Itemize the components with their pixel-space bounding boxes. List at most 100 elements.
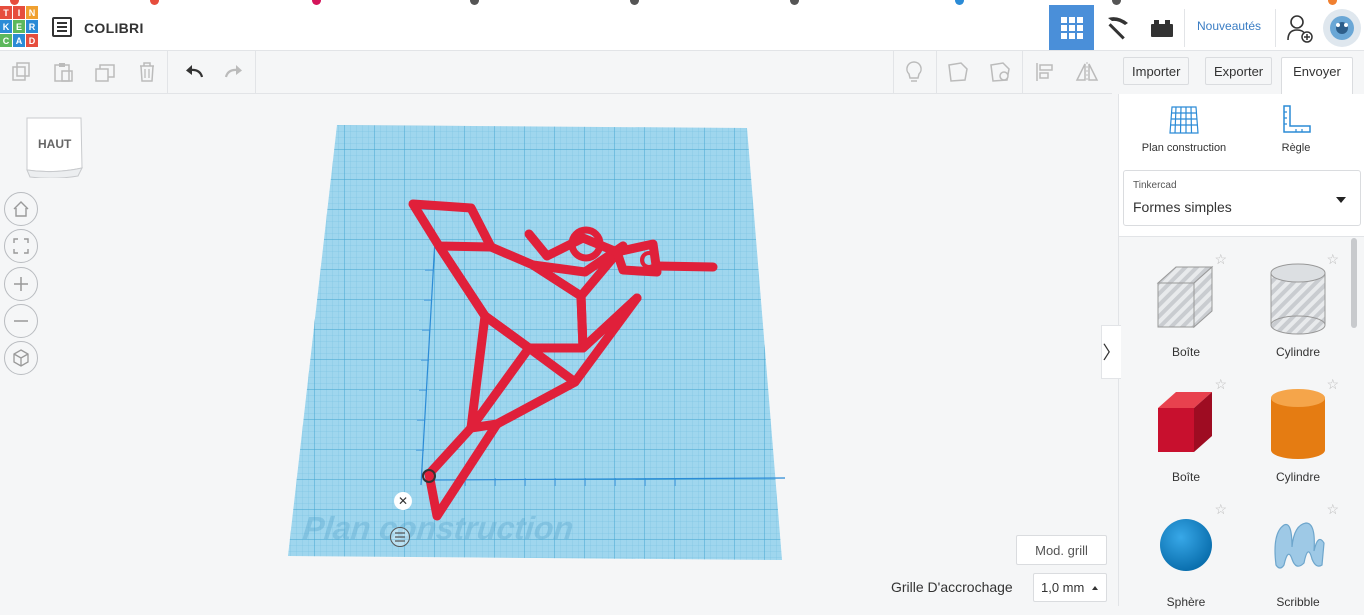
- zoom-out-button[interactable]: [4, 304, 38, 338]
- logo-letter: R: [26, 20, 38, 33]
- shape-label: Boîte: [1171, 345, 1201, 359]
- edit-grid-button[interactable]: Mod. grill: [1016, 535, 1107, 565]
- shape-cylinder-hole[interactable]: ☆ Cylindre: [1243, 245, 1353, 365]
- add-user-button[interactable]: [1280, 5, 1320, 50]
- collapse-panel-button[interactable]: 〉: [1101, 325, 1121, 379]
- logo-letter: I: [13, 6, 25, 19]
- chevron-down-icon: [1336, 197, 1346, 203]
- lightbulb-icon: [906, 61, 922, 82]
- undo-icon: [186, 65, 204, 78]
- perspective-button[interactable]: [4, 341, 38, 375]
- home-icon: [13, 201, 29, 217]
- logo-letter: A: [13, 34, 25, 47]
- category-selected-label: Formes simples: [1133, 199, 1232, 215]
- add-user-icon: [1287, 14, 1313, 43]
- shape-sphere[interactable]: ☆ Sphère: [1131, 495, 1241, 615]
- workplane-icon: [1169, 106, 1199, 134]
- logo-letter: T: [0, 6, 12, 19]
- shape-label: Scribble: [1276, 595, 1320, 609]
- copy-icon: [12, 62, 30, 81]
- close-icon[interactable]: ✕: [394, 492, 412, 510]
- shape-label: Sphère: [1166, 595, 1206, 609]
- snap-grid-value: 1,0 mm: [1041, 580, 1085, 595]
- export-button[interactable]: Exporter: [1205, 57, 1273, 85]
- undo-button[interactable]: [172, 51, 214, 93]
- mirror-button[interactable]: [1066, 51, 1108, 93]
- ruler-icon: [1283, 105, 1311, 133]
- shape-label: Cylindre: [1275, 345, 1320, 359]
- redo-button[interactable]: [214, 51, 256, 93]
- workplane-label: Plan construction: [301, 510, 576, 546]
- project-title[interactable]: COLIBRI: [84, 20, 144, 36]
- shape-category-select[interactable]: Tinkercad Formes simples: [1123, 170, 1361, 226]
- menu-icon[interactable]: [390, 527, 410, 547]
- home-view-button[interactable]: [4, 192, 38, 226]
- favorite-star-icon[interactable]: ☆: [1326, 376, 1339, 393]
- shapes-grid: ☆ Boîte ☆ Cylindre ☆ Boîte ☆ Cylindre ☆ …: [1119, 236, 1364, 609]
- logo-letter: K: [0, 20, 12, 33]
- duplicate-button[interactable]: [84, 51, 126, 93]
- category-library-label: Tinkercad: [1133, 180, 1177, 191]
- trash-icon: [139, 62, 154, 82]
- paste-button[interactable]: [42, 51, 84, 93]
- fit-view-icon: [13, 238, 29, 254]
- avatar-icon: [1323, 8, 1361, 47]
- lightbulb-button[interactable]: [893, 51, 935, 93]
- snap-grid-select[interactable]: 1,0 mm: [1033, 573, 1107, 602]
- pickaxe-icon: [1107, 16, 1128, 39]
- chevron-right-icon: 〉: [1102, 343, 1121, 363]
- panel-scrollbar[interactable]: [1351, 238, 1357, 328]
- whats-new-link[interactable]: Nouveautés: [1197, 19, 1261, 33]
- favorite-star-icon[interactable]: ☆: [1326, 501, 1339, 518]
- blocks-mode-button[interactable]: [1094, 5, 1139, 50]
- grid-icon: [1060, 16, 1083, 39]
- workplane-tool-label: Plan construction: [1141, 142, 1227, 154]
- duplicate-icon: [95, 64, 115, 82]
- favorite-star-icon[interactable]: ☆: [1214, 251, 1227, 268]
- align-button[interactable]: [1024, 51, 1066, 93]
- ruler-tool-label: Règle: [1281, 142, 1311, 154]
- project-list-icon[interactable]: [52, 17, 72, 37]
- favorite-star-icon[interactable]: ☆: [1214, 501, 1227, 518]
- note-button[interactable]: [937, 51, 979, 93]
- logo-letter: E: [13, 20, 25, 33]
- edit-toolbar: [0, 51, 1112, 94]
- view-cube[interactable]: HAUT: [24, 116, 84, 179]
- note-icon: [948, 62, 968, 82]
- 3d-design-mode-button[interactable]: [1049, 5, 1094, 50]
- import-button[interactable]: Importer: [1123, 57, 1190, 85]
- avatar[interactable]: [1320, 5, 1364, 50]
- favorite-star-icon[interactable]: ☆: [1326, 251, 1339, 268]
- delete-button[interactable]: [126, 51, 168, 93]
- workplane-tool[interactable]: Plan construction: [1129, 104, 1239, 154]
- zoom-in-icon: [14, 277, 28, 291]
- logo-letter: C: [0, 34, 12, 47]
- shape-cylinder[interactable]: ☆ Cylindre: [1243, 370, 1353, 490]
- tinkercad-logo[interactable]: T I N K E R C A D: [0, 6, 38, 48]
- workplane[interactable]: [285, 120, 795, 570]
- top-bar: T I N K E R C A D COLIBRI Nouveautés: [0, 5, 1364, 51]
- chevron-up-icon: [1092, 586, 1098, 590]
- notes-visibility-button[interactable]: [979, 51, 1021, 93]
- notes-visibility-icon: [990, 62, 1010, 82]
- fit-view-button[interactable]: [4, 229, 38, 263]
- shapes-panel: Plan construction Règle Tinkercad Formes…: [1118, 94, 1364, 609]
- zoom-out-icon: [14, 320, 28, 322]
- shape-box-hole[interactable]: ☆ Boîte: [1131, 245, 1241, 365]
- zoom-in-button[interactable]: [4, 267, 38, 301]
- logo-letter: N: [26, 6, 38, 19]
- shape-box[interactable]: ☆ Boîte: [1131, 370, 1241, 490]
- favorite-star-icon[interactable]: ☆: [1214, 376, 1227, 393]
- mirror-icon: [1075, 62, 1099, 82]
- paste-icon: [54, 63, 73, 82]
- perspective-icon: [13, 349, 29, 367]
- shape-scribble[interactable]: ☆ Scribble: [1243, 495, 1353, 615]
- brick-icon: [1150, 19, 1173, 37]
- copy-button[interactable]: [0, 51, 42, 93]
- ruler-tool[interactable]: Règle: [1241, 104, 1351, 154]
- bricks-mode-button[interactable]: [1139, 5, 1184, 50]
- snap-grid-label: Grille D'accrochage: [891, 579, 1013, 595]
- redo-icon: [224, 65, 242, 78]
- shape-label: Boîte: [1171, 470, 1201, 484]
- shape-label: Cylindre: [1275, 470, 1320, 484]
